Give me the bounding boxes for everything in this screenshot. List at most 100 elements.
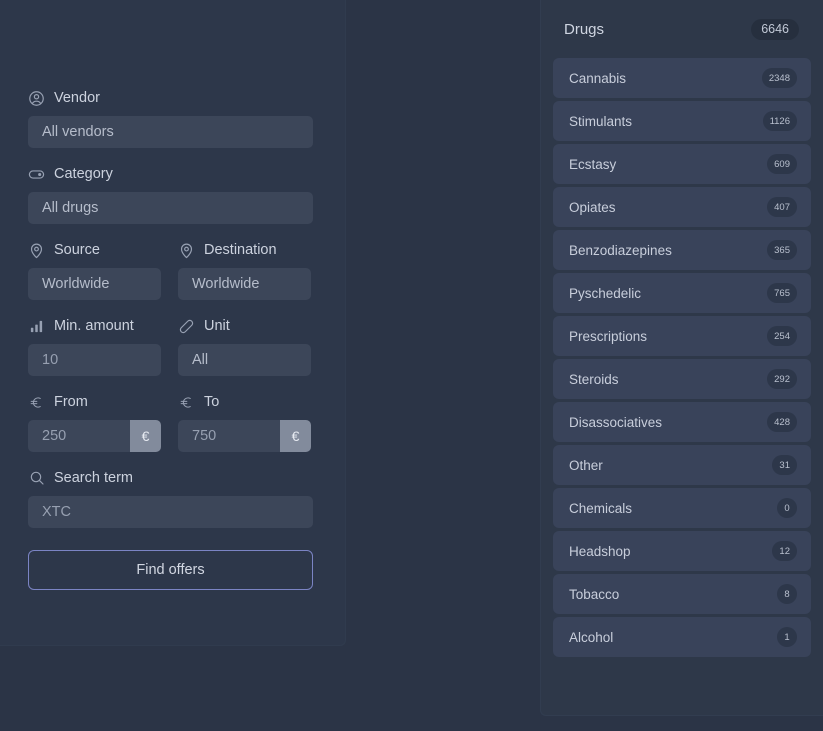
price-from-input[interactable]: 250 [28,420,130,452]
field-group-unit: Unit All [178,316,311,376]
search-icon [28,470,45,487]
category-count-badge: 8 [777,584,797,604]
label-category: Category [28,164,313,184]
field-group-category: Category All drugs [28,164,313,224]
field-group-source-destination: Source Worldwide Destination Worldwide [28,240,313,300]
price-from-field[interactable]: 250 € [28,420,161,452]
label-search-term-text: Search term [54,470,133,486]
category-name: Prescriptions [569,328,648,344]
label-vendor-text: Vendor [54,90,100,106]
field-group-search-term: Search term XTC [28,468,313,528]
category-count-badge: 2348 [761,68,797,88]
pill-icon [178,318,195,335]
label-from-text: From [54,394,88,410]
label-source: Source [28,240,161,260]
field-group-to: To 750 € [178,392,311,452]
price-to-field[interactable]: 750 € [178,420,311,452]
field-group-amount-unit: Min. amount 10 Unit All [28,316,313,376]
label-destination: Destination [178,240,311,260]
label-category-text: Category [54,166,113,182]
drugs-panel-header: Drugs 6646 [553,0,811,58]
category-count-badge: 1126 [762,111,797,131]
category-row[interactable]: Other 31 [553,445,811,485]
category-row[interactable]: Alcohol 1 [553,617,811,657]
category-count-badge: 428 [767,412,797,432]
label-to-text: To [204,394,220,410]
category-row[interactable]: Cannabis 2348 [553,58,811,98]
category-count-badge: 407 [767,197,797,217]
unit-select[interactable]: All [178,344,311,376]
category-count-badge: 0 [777,498,797,518]
tag-icon [28,166,45,183]
category-row[interactable]: Opiates 407 [553,187,811,227]
category-count-badge: 609 [767,154,797,174]
category-count-badge: 12 [772,541,797,561]
label-vendor: Vendor [28,88,313,108]
category-name: Steroids [569,371,619,387]
search-filter-panel: Vendor All vendors Category All drugs So… [0,0,346,646]
min-amount-input[interactable]: 10 [28,344,161,376]
category-name: Tobacco [569,586,620,602]
category-row[interactable]: Chemicals 0 [553,488,811,528]
field-group-min-amount: Min. amount 10 [28,316,161,376]
category-name: Ecstasy [569,156,617,172]
euro-icon [178,394,195,411]
category-count-badge: 1 [777,627,797,647]
category-row[interactable]: Benzodiazepines 365 [553,230,811,270]
currency-suffix-euro: € [130,420,161,452]
category-count-badge: 765 [767,283,797,303]
category-name: Disassociatives [569,414,663,430]
field-group-destination: Destination Worldwide [178,240,311,300]
category-row[interactable]: Pyschedelic 765 [553,273,811,313]
category-name: Stimulants [569,113,633,129]
category-name: Opiates [569,199,616,215]
map-pin-icon [28,242,45,259]
category-row[interactable]: Prescriptions 254 [553,316,811,356]
category-select[interactable]: All drugs [28,192,313,224]
label-from: From [28,392,161,412]
category-row[interactable]: Steroids 292 [553,359,811,399]
source-select[interactable]: Worldwide [28,268,161,300]
drugs-category-panel: Drugs 6646 Cannabis 2348 Stimulants 1126 Ecs… [540,0,823,716]
category-name: Headshop [569,543,631,559]
category-count-badge: 254 [767,326,797,346]
category-row[interactable]: Disassociatives 428 [553,402,811,442]
field-group-price-range: From 250 € To 750 € [28,392,313,452]
destination-select[interactable]: Worldwide [178,268,311,300]
category-row[interactable]: Stimulants 1126 [553,101,811,141]
map-pin-icon [178,242,195,259]
drugs-panel-title: Drugs [564,20,605,38]
label-search-term: Search term [28,468,313,488]
bar-chart-icon [28,318,45,335]
category-count-badge: 365 [767,240,797,260]
category-row[interactable]: Tobacco 8 [553,574,811,614]
label-unit: Unit [178,316,311,336]
category-name: Cannabis [569,70,627,86]
category-name: Alcohol [569,629,614,645]
euro-icon [28,394,45,411]
category-row[interactable]: Ecstasy 609 [553,144,811,184]
find-offers-button[interactable]: Find offers [28,550,313,590]
vendor-select[interactable]: All vendors [28,116,313,148]
currency-suffix-euro: € [280,420,311,452]
category-count-badge: 292 [767,369,797,389]
category-name: Pyschedelic [569,285,642,301]
price-to-input[interactable]: 750 [178,420,280,452]
label-source-text: Source [54,242,100,258]
drugs-total-badge: 6646 [751,18,799,40]
field-group-source: Source Worldwide [28,240,161,300]
category-count-badge: 31 [772,455,797,475]
category-name: Benzodiazepines [569,242,672,258]
label-destination-text: Destination [204,242,277,258]
label-unit-text: Unit [204,318,230,334]
label-to: To [178,392,311,412]
category-row[interactable]: Headshop 12 [553,531,811,571]
user-circle-icon [28,90,45,107]
label-min-amount-text: Min. amount [54,318,134,334]
drugs-category-list: Cannabis 2348 Stimulants 1126 Ecstasy 609 Opia… [553,58,811,657]
category-name: Chemicals [569,500,633,516]
search-term-input[interactable]: XTC [28,496,313,528]
label-min-amount: Min. amount [28,316,161,336]
category-name: Other [569,457,603,473]
field-group-vendor: Vendor All vendors [28,88,313,148]
